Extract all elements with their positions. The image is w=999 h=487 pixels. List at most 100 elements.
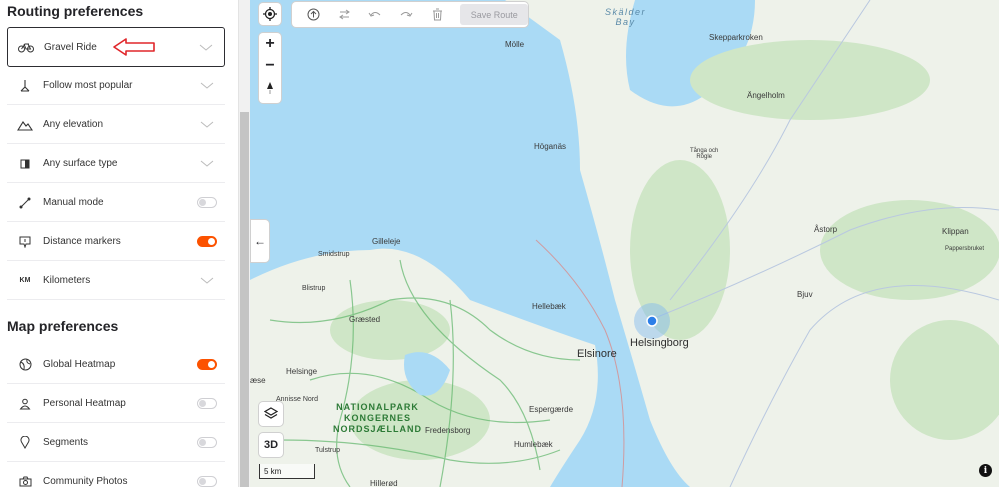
redo-icon [400, 11, 413, 17]
trash-icon [432, 8, 442, 21]
city-label: Helsingborg [630, 337, 689, 349]
save-route-button[interactable]: Save Route [460, 4, 529, 25]
upload-button[interactable] [298, 8, 329, 21]
redo-button[interactable] [391, 10, 422, 20]
manual-mode-label: Manual mode [43, 197, 104, 208]
surface-icon [7, 159, 43, 169]
km-icon: KM [7, 277, 43, 284]
town-label: Hillerød [370, 479, 398, 487]
town-label: Pappersbruket [945, 246, 985, 252]
crosshair-icon [263, 7, 277, 21]
layers-icon [264, 407, 278, 419]
undo-button[interactable] [360, 10, 391, 20]
panel-scrollbar[interactable] [238, 0, 250, 487]
route-toolbar: Save Route [292, 2, 529, 27]
route-pin-icon [7, 79, 43, 93]
global-heatmap-label: Global Heatmap [43, 359, 116, 370]
town-label: Tånga och Rögle [690, 148, 719, 160]
town-label: Smidstrup [318, 251, 350, 258]
segments-row[interactable]: Segments [7, 424, 225, 462]
personal-heatmap-label: Personal Heatmap [43, 398, 126, 409]
units-row[interactable]: KM Kilometers [7, 262, 225, 300]
zoom-controls: + − [259, 33, 281, 103]
park-label: NATIONALPARK KONGERNES NORDSJÆLLAND [333, 402, 423, 434]
personal-heatmap-row[interactable]: Personal Heatmap [7, 385, 225, 423]
chevron-down-icon [197, 277, 217, 284]
distance-markers-row[interactable]: Distance markers [7, 223, 225, 261]
scrollbar-thumb[interactable] [240, 112, 249, 487]
elevation-label: Any elevation [43, 119, 104, 130]
units-label: Kilometers [43, 275, 91, 286]
surface-type-row[interactable]: Any surface type [7, 145, 225, 183]
water-label: Skälder Bay [605, 7, 647, 27]
distance-markers-toggle[interactable] [197, 236, 217, 247]
collapse-panel-button[interactable]: ← [251, 220, 269, 262]
town-label: Humlebæk [514, 440, 553, 449]
town-label: Höganäs [534, 142, 567, 151]
town-label: Hellebæk [532, 302, 566, 311]
elevation-row[interactable]: Any elevation [7, 106, 225, 144]
town-label: Blistrup [302, 285, 326, 292]
map-canvas[interactable]: Skälder Bay Mölle Skepparkroken Ängelholm… [250, 0, 999, 487]
town-label: Skepparkroken [709, 33, 763, 42]
town-label: Mölle [505, 40, 525, 49]
community-photos-toggle[interactable] [197, 476, 217, 487]
chevron-down-icon [197, 121, 217, 128]
follow-most-popular-label: Follow most popular [43, 80, 133, 91]
town-label: Gilleleje [372, 237, 401, 246]
routing-preferences-title: Routing preferences [7, 3, 144, 19]
follow-most-popular-row[interactable]: Follow most popular [7, 67, 225, 105]
manual-mode-toggle[interactable] [197, 197, 217, 208]
compass-icon [267, 81, 273, 94]
arrow-left-icon: ← [254, 234, 266, 248]
km-icon-text: KM [19, 277, 31, 284]
segments-label: Segments [43, 437, 89, 448]
map-scale: 5 km [259, 464, 315, 479]
town-label: Bjuv [797, 290, 813, 299]
location-pin-icon [7, 436, 43, 449]
camera-icon [7, 476, 43, 487]
person-icon [7, 398, 43, 410]
zoom-in-button[interactable]: + [265, 36, 274, 52]
chevron-down-icon [196, 44, 216, 51]
global-heatmap-row[interactable]: Global Heatmap [7, 346, 225, 384]
segments-toggle[interactable] [197, 437, 217, 448]
globe-icon [7, 358, 43, 371]
bike-icon [8, 41, 44, 53]
info-icon[interactable]: i [979, 464, 992, 477]
town-label: Klippan [942, 227, 969, 236]
mountain-icon [7, 119, 43, 131]
town-label: Fredensborg [425, 426, 471, 435]
manual-line-icon [7, 197, 43, 209]
town-label: Ängelholm [747, 91, 785, 100]
global-heatmap-toggle[interactable] [197, 359, 217, 370]
compass-button[interactable] [265, 81, 275, 100]
annotation-arrow-icon [113, 38, 155, 56]
distance-markers-label: Distance markers [43, 236, 121, 247]
town-label: Helsinge [286, 367, 318, 376]
community-photos-row[interactable]: Community Photos [7, 463, 225, 487]
personal-heatmap-toggle[interactable] [197, 398, 217, 409]
layers-button[interactable] [259, 402, 283, 426]
chevron-down-icon [197, 82, 217, 89]
upload-icon [307, 8, 320, 21]
town-label: Tulstrup [315, 447, 341, 454]
town-label: æse [250, 376, 266, 385]
town-label: Annisse Nord [276, 396, 319, 403]
route-preferences-panel: Routing preferences Gravel Ride Follow m… [0, 0, 238, 487]
locate-me-button[interactable] [259, 3, 281, 25]
marker-icon [7, 236, 43, 248]
3d-toggle-button[interactable]: 3D [259, 433, 283, 457]
reverse-route-button[interactable] [329, 9, 360, 20]
town-label: Græsted [349, 315, 381, 324]
city-label: Elsinore [577, 348, 617, 360]
swap-icon [338, 9, 350, 20]
town-label: Åstorp [814, 225, 838, 234]
town-label: Espergærde [529, 405, 574, 414]
map-preferences-title: Map preferences [7, 318, 119, 334]
manual-mode-row[interactable]: Manual mode [7, 184, 225, 222]
community-photos-label: Community Photos [43, 476, 128, 487]
surface-type-label: Any surface type [43, 158, 118, 169]
zoom-out-button[interactable]: − [265, 58, 274, 74]
delete-button[interactable] [422, 8, 453, 21]
